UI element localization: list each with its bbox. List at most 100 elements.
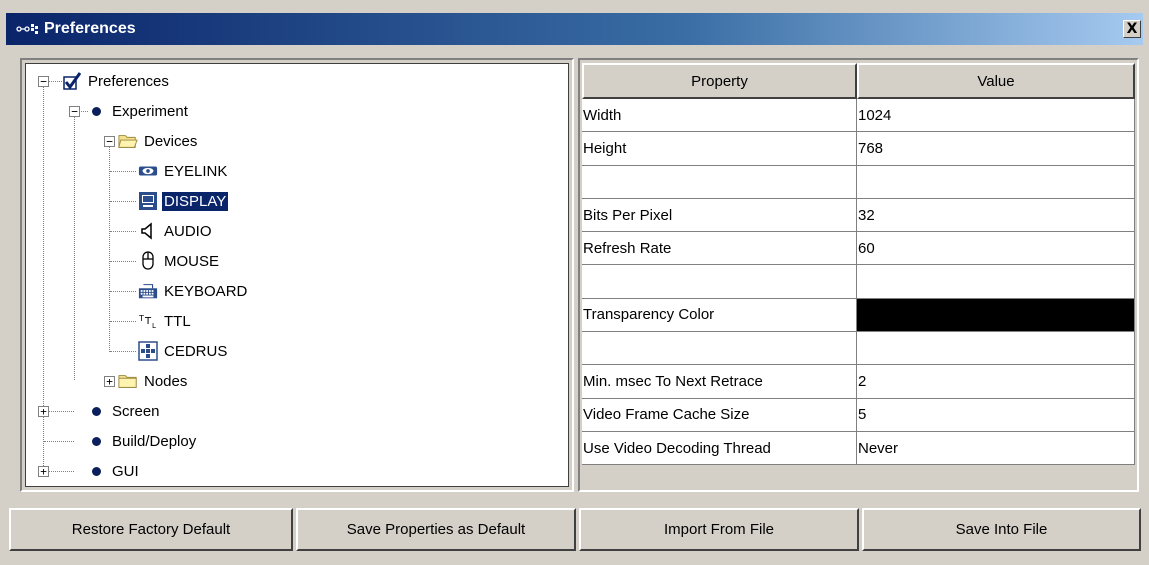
tree-line: [110, 201, 136, 202]
table-row[interactable]: Min. msec To Next Retrace 2: [582, 365, 1135, 399]
table-row[interactable]: Width 1024: [582, 99, 1135, 133]
tree-line: [110, 291, 136, 292]
tree-line: [110, 171, 136, 172]
property-value-cell[interactable]: [857, 265, 1135, 299]
property-value-cell[interactable]: Never: [857, 431, 1135, 466]
tree-line: [110, 261, 136, 262]
save-into-file-button[interactable]: Save Into File: [862, 508, 1141, 551]
tree-item-display[interactable]: DISPLAY: [138, 186, 229, 216]
property-name-cell: Transparency Color: [582, 298, 857, 333]
table-header: Property Value: [582, 63, 1135, 99]
property-value-cell[interactable]: 5: [857, 398, 1135, 432]
tree-label: Preferences: [88, 72, 169, 90]
expand-gui-toggle[interactable]: +: [38, 466, 49, 477]
tree-item-preferences[interactable]: Preferences: [62, 66, 171, 96]
bullet-icon: [86, 101, 106, 121]
close-button[interactable]: X: [1123, 20, 1141, 38]
tree-label: TTL: [164, 312, 191, 330]
tree-item-mouse[interactable]: MOUSE: [138, 246, 221, 276]
tree-item-screen[interactable]: Screen: [86, 396, 162, 426]
tree-item-ttl[interactable]: T T L TTL: [138, 306, 193, 336]
tree-label: Build/Deploy: [112, 432, 197, 450]
svg-text:L: L: [152, 322, 156, 330]
table-row[interactable]: [582, 265, 1135, 299]
table-row[interactable]: Use Video Decoding Thread Never: [582, 431, 1135, 466]
property-column-header[interactable]: Property: [582, 63, 857, 99]
preferences-tree[interactable]: − − − + + + Preferences Experiment Devic…: [25, 63, 569, 487]
preferences-window: Preferences X − − − + + + Preferences Ex…: [0, 0, 1149, 565]
folder-open-icon: [118, 131, 138, 151]
tree-label: AUDIO: [164, 222, 212, 240]
tree-label: DISPLAY: [162, 191, 229, 211]
property-value-cell[interactable]: 1024: [857, 99, 1135, 133]
collapse-preferences-toggle[interactable]: −: [38, 76, 49, 87]
property-name-cell: [582, 165, 857, 199]
table-row[interactable]: [582, 332, 1135, 366]
svg-text:T: T: [144, 316, 152, 327]
property-value-cell[interactable]: 60: [857, 232, 1135, 266]
tree-label: KEYBOARD: [164, 282, 248, 300]
table-row[interactable]: Refresh Rate 60: [582, 232, 1135, 266]
tree-item-nodes[interactable]: Nodes: [118, 366, 189, 396]
tree-item-devices[interactable]: Devices: [118, 126, 199, 156]
tree-label: GUI: [112, 462, 139, 480]
property-table-panel: Property Value Width 1024 Height 768 Bits Pe…: [578, 58, 1139, 492]
property-value-cell[interactable]: [857, 332, 1135, 366]
collapse-devices-toggle[interactable]: −: [104, 136, 115, 147]
tree-line: [48, 81, 62, 82]
bullet-icon: [86, 401, 106, 421]
property-value-cell[interactable]: 2: [857, 365, 1135, 399]
expand-nodes-toggle[interactable]: +: [104, 376, 115, 387]
property-name-cell: Min. msec To Next Retrace: [582, 365, 857, 399]
property-value-cell[interactable]: 32: [857, 198, 1135, 233]
property-name-cell: Height: [582, 132, 857, 166]
table-body: Width 1024 Height 768 Bits Per Pixel 32 Refres…: [582, 99, 1135, 466]
tree-item-gui[interactable]: GUI: [86, 456, 141, 486]
collapse-experiment-toggle[interactable]: −: [69, 106, 80, 117]
property-table[interactable]: Property Value Width 1024 Height 768 Bits Pe…: [582, 63, 1135, 466]
tree-item-keyboard[interactable]: KEYBOARD: [138, 276, 249, 306]
preferences-tree-panel: − − − + + + Preferences Experiment Devic…: [20, 58, 574, 492]
keyboard-icon: [138, 281, 158, 301]
speaker-icon: [138, 221, 158, 241]
import-from-file-button[interactable]: Import From File: [579, 508, 859, 551]
tree-label: Devices: [144, 132, 198, 150]
table-row[interactable]: Video Frame Cache Size 5: [582, 398, 1135, 432]
property-name-cell: Refresh Rate: [582, 232, 857, 266]
property-name-cell: [582, 332, 857, 366]
value-column-header[interactable]: Value: [857, 63, 1135, 99]
tree-item-cedrus[interactable]: CEDRUS: [138, 336, 229, 366]
table-row[interactable]: Height 768: [582, 132, 1135, 166]
monitor-icon: [138, 191, 158, 211]
tree-line: [110, 231, 136, 232]
property-value-cell[interactable]: 768: [857, 132, 1135, 166]
table-row[interactable]: [582, 165, 1135, 199]
property-name-cell: Width: [582, 99, 857, 133]
tree-item-eyelink[interactable]: EYELINK: [138, 156, 229, 186]
property-name-cell: [582, 265, 857, 299]
tree-label: CEDRUS: [164, 342, 228, 360]
tree-label: Screen: [112, 402, 160, 420]
save-properties-as-default-button[interactable]: Save Properties as Default: [296, 508, 576, 551]
response-pad-icon: [138, 341, 158, 361]
table-row[interactable]: Bits Per Pixel 32: [582, 198, 1135, 233]
svg-text:T: T: [138, 314, 144, 323]
window-title: Preferences: [44, 20, 136, 37]
property-name-cell: Bits Per Pixel: [582, 198, 857, 233]
tree-label: EYELINK: [164, 162, 228, 180]
ttl-signal-icon: T T L: [138, 311, 158, 331]
property-value-cell[interactable]: [857, 165, 1135, 199]
title-bar[interactable]: Preferences X: [6, 13, 1143, 45]
tree-label: Nodes: [144, 372, 188, 390]
expand-screen-toggle[interactable]: +: [38, 406, 49, 417]
property-name-cell: Use Video Decoding Thread: [582, 431, 857, 466]
tree-item-build-deploy[interactable]: Build/Deploy: [86, 426, 198, 456]
color-swatch-cell[interactable]: [857, 298, 1135, 333]
tree-item-audio[interactable]: AUDIO: [138, 216, 214, 246]
tree-line: [48, 411, 74, 412]
eye-icon: [138, 161, 158, 181]
tree-item-experiment[interactable]: Experiment: [86, 96, 190, 126]
table-row[interactable]: Transparency Color: [582, 298, 1135, 333]
app-icon: [16, 19, 42, 39]
restore-factory-default-button[interactable]: Restore Factory Default: [9, 508, 293, 551]
